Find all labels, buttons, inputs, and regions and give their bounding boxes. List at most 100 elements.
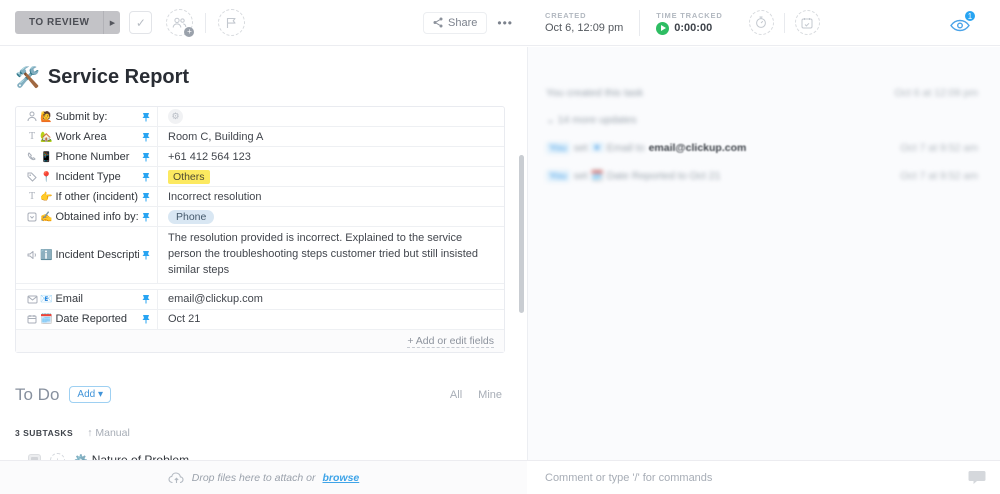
field-row-obtained-info[interactable]: ✍️ Obtained info by: Phone <box>16 207 504 227</box>
user-chip[interactable]: You <box>546 142 570 154</box>
comment-bubble-icon[interactable] <box>968 470 986 485</box>
estimate-button[interactable] <box>748 10 774 35</box>
pin-icon[interactable] <box>139 132 153 142</box>
field-label: Work Area <box>55 130 107 143</box>
share-label: Share <box>448 16 478 29</box>
field-value-email[interactable]: email@clickup.com <box>158 290 504 309</box>
status-button[interactable]: TO REVIEW <box>15 11 104 34</box>
add-assignee-badge: + <box>184 27 195 37</box>
field-row-work-area[interactable]: T 🏡 Work Area Room C, Building A <box>16 127 504 147</box>
longtext-field-icon <box>24 250 40 260</box>
attach-hint-text: Drop files here to attach or <box>191 471 316 484</box>
activity-row: You set 📧 Email to email@clickup.com Oct … <box>546 141 978 154</box>
phone-field-icon <box>24 151 40 162</box>
people-field-icon <box>24 111 40 122</box>
task-title-text: Service Report <box>47 66 190 88</box>
field-value-date-reported[interactable]: Oct 21 <box>158 310 504 329</box>
comment-input[interactable]: Comment or type '/' for commands <box>545 472 968 484</box>
field-row-incident-description[interactable]: ℹ️Incident Description The resolution pr… <box>16 227 504 284</box>
pin-icon[interactable] <box>139 172 153 182</box>
time-tracked-value: 0:00:00 <box>674 22 713 34</box>
field-value-phone-number[interactable]: +61 412 564 123 <box>158 147 504 166</box>
field-value-obtained-info[interactable]: Phone <box>158 207 504 226</box>
field-value-if-other[interactable]: Incorrect resolution <box>158 187 504 206</box>
pin-icon[interactable] <box>139 112 153 122</box>
mark-complete-button[interactable]: ✓ <box>129 11 153 34</box>
field-value-work-area[interactable]: Room C, Building A <box>158 127 504 146</box>
share-button[interactable]: Share <box>423 11 488 34</box>
subtask-assignee-icon[interactable]: + <box>50 452 65 460</box>
add-or-edit-fields-link[interactable]: + Add or edit fields <box>407 334 494 348</box>
activity-panel: You created this task Oct 6 at 12:09 pm … <box>527 47 1000 460</box>
comment-bar: Comment or type '/' for commands <box>527 460 1000 494</box>
due-date-button[interactable] <box>794 10 820 35</box>
pin-icon[interactable] <box>139 294 153 304</box>
status-group: TO REVIEW ▶ <box>15 11 121 34</box>
created-label: CREATED <box>545 11 587 20</box>
todo-header: To Do Add ▾ All Mine <box>15 385 512 405</box>
time-tracked-label: TIME TRACKED <box>656 10 723 20</box>
pin-icon[interactable] <box>139 192 153 202</box>
assignee-button[interactable]: + <box>166 9 195 37</box>
priority-flag-button[interactable] <box>218 9 246 36</box>
user-chip[interactable]: You <box>546 170 570 182</box>
attach-drop-zone[interactable]: Drop files here to attach or browse <box>0 460 527 494</box>
pin-icon[interactable] <box>139 152 153 162</box>
subtask-name: Nature of Problem <box>92 453 189 460</box>
activity-text: ⌄ 14 more updates <box>546 114 637 126</box>
field-label: Phone Number <box>55 150 130 163</box>
divider <box>205 12 207 33</box>
label-chip: Others <box>168 169 210 184</box>
flag-icon <box>227 17 236 28</box>
subtask-row[interactable]: + ⚙️Nature of Problem ▬▬ <box>28 449 527 460</box>
more-options-button[interactable]: ••• <box>497 16 513 30</box>
task-title[interactable]: 🛠️ Service Report <box>15 65 527 90</box>
header-left: TO REVIEW ▶ ✓ + Share ••• <box>0 9 527 37</box>
field-row-submit-by[interactable]: 🙋 Submit by: ⚙ <box>16 107 504 127</box>
upload-cloud-icon <box>168 472 184 484</box>
pin-icon[interactable] <box>139 212 153 222</box>
field-label: Obtained info by: <box>55 210 139 223</box>
filter-mine[interactable]: Mine <box>478 389 502 401</box>
pin-icon[interactable] <box>139 250 153 260</box>
activity-row: You set 🗓️ Date Reported to Oct 21 Oct 7 … <box>546 169 978 182</box>
activity-feed: You created this task Oct 6 at 12:09 pm … <box>528 47 1000 182</box>
next-status-button[interactable]: ▶ <box>103 11 121 34</box>
activity-text: set 🗓️ Date Reported to Oct 21 <box>573 170 721 182</box>
activity-timestamp: Oct 7 at 9:52 am <box>900 141 978 154</box>
created-value: Oct 6, 12:09 pm <box>545 22 624 34</box>
field-row-email[interactable]: 📧 Email email@clickup.com <box>16 289 504 310</box>
date-field-icon <box>24 314 40 324</box>
activity-collapsed-updates[interactable]: ⌄ 14 more updates <box>546 114 978 126</box>
created-block: CREATED Oct 6, 12:09 pm <box>545 11 623 34</box>
activity-row: You created this task Oct 6 at 12:09 pm <box>546 87 978 99</box>
subtasks-bar: 3 SUBTASKS ↑ Manual <box>15 427 512 439</box>
activity-timestamp: Oct 7 at 9:52 am <box>900 169 978 182</box>
scrollbar-thumb[interactable] <box>519 155 524 313</box>
field-value-submit-by[interactable]: ⚙ <box>158 107 504 126</box>
field-row-incident-type[interactable]: 📍 Incident Type Others <box>16 167 504 187</box>
field-value-incident-description[interactable]: The resolution provided is incorrect. Ex… <box>158 227 504 283</box>
label-field-icon <box>24 172 40 182</box>
field-row-phone-number[interactable]: 📱 Phone Number +61 412 564 123 <box>16 147 504 167</box>
field-label: Incident Description <box>55 248 139 261</box>
email-field-icon <box>24 295 40 304</box>
add-subtask-button[interactable]: Add ▾ <box>69 386 112 404</box>
field-row-if-other[interactable]: T 👉 If other (incident): Incorrect resolu… <box>16 187 504 207</box>
filter-all[interactable]: All <box>450 389 462 401</box>
browse-link[interactable]: browse <box>322 472 359 484</box>
sort-manual-button[interactable]: ↑ Manual <box>87 427 130 439</box>
field-label: Submit by: <box>55 110 108 123</box>
activity-text: You created this task <box>546 87 644 99</box>
header: TO REVIEW ▶ ✓ + Share ••• CREATED Oct 6,… <box>0 0 1000 46</box>
task-emoji: 🛠️ <box>15 67 40 89</box>
field-value-incident-type[interactable]: Others <box>158 167 504 186</box>
field-row-date-reported[interactable]: 🗓️ Date Reported Oct 21 <box>16 309 504 330</box>
pin-icon[interactable] <box>139 314 153 324</box>
fields-footer: + Add or edit fields <box>16 329 504 352</box>
field-label: If other (incident): <box>55 190 139 203</box>
custom-fields-table: 🙋 Submit by: ⚙ T 🏡 Work Area Room C, Bui… <box>15 106 505 353</box>
start-timer-button[interactable] <box>656 21 670 35</box>
watchers-button[interactable]: 1 <box>948 9 976 34</box>
task-detail-panel: 🛠️ Service Report 🙋 Submit by: ⚙ T 🏡 Wor… <box>0 47 527 460</box>
